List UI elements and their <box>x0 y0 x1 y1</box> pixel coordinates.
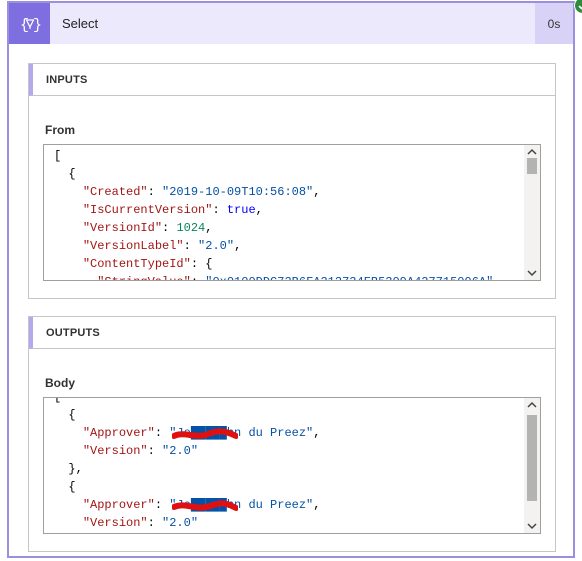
body-scrollbar[interactable] <box>524 398 540 533</box>
code-line: "Version": "2.0" <box>54 442 320 460</box>
outputs-header: OUTPUTS <box>29 317 555 349</box>
check-icon <box>574 0 582 14</box>
code-token: : <box>147 185 163 199</box>
body-label: Body <box>45 376 75 390</box>
code-token: { <box>54 408 76 422</box>
code-token: , <box>313 498 321 512</box>
code-token: : <box>154 498 170 512</box>
code-line: "Created": "2019-10-09T10:56:08", <box>54 183 493 201</box>
code-token: [ <box>54 397 62 404</box>
from-json: [ { "Created": "2019-10-09T10:56:08", "I… <box>54 147 493 280</box>
code-token: "Version" <box>82 516 148 530</box>
code-line: [ <box>54 147 493 165</box>
code-token: , <box>234 239 242 253</box>
code-line: "ContentTypeId": { <box>54 255 493 273</box>
inputs-section: INPUTS From [ { "Created": "2019-10-09T1… <box>28 63 556 299</box>
code-token: "Created" <box>82 185 148 199</box>
code-line: "IsCurrentVersion": true, <box>54 201 493 219</box>
code-token: : <box>191 275 205 280</box>
code-token: 1024 <box>176 221 206 235</box>
code-token: "Approver" <box>82 426 155 440</box>
code-token: "0x0100DDC73B6FA313734FB5309A427715096A" <box>205 275 493 280</box>
code-line: "VersionId": 1024, <box>54 219 493 237</box>
code-line: { <box>54 406 320 424</box>
code-token: "StringValue" <box>97 275 191 280</box>
select-braces-icon: { } <box>9 3 50 44</box>
code-token: { <box>54 480 76 494</box>
code-token: : <box>154 426 170 440</box>
code-token: : <box>147 444 163 458</box>
scroll-up-icon[interactable] <box>526 147 538 157</box>
code-token: , <box>313 426 321 440</box>
code-token: : { <box>190 257 213 271</box>
code-token: "2.0" <box>198 239 235 253</box>
code-token: "ContentTypeId" <box>82 257 191 271</box>
code-token: true <box>226 203 256 217</box>
from-label: From <box>45 123 75 137</box>
body-scroll-thumb[interactable] <box>527 415 537 501</box>
action-card: { } Select 0s INPUTS From [ { "Created":… <box>7 0 582 558</box>
from-scrollbar[interactable] <box>524 145 540 280</box>
code-token: "IsCurrentVersion" <box>82 203 213 217</box>
action-title: Select <box>62 16 99 31</box>
code-token: : <box>212 203 227 217</box>
redaction-mark <box>172 428 238 439</box>
code-token: , <box>313 185 321 199</box>
action-header[interactable]: { } Select 0s <box>9 3 573 44</box>
code-line: { <box>54 165 493 183</box>
redaction-mark <box>172 500 238 511</box>
code-token: "2019-10-09T10:56:08" <box>162 185 314 199</box>
body-code-box[interactable]: [ { "Approver": "Je█████hn du Preez", "V… <box>43 397 541 534</box>
from-scroll-thumb[interactable] <box>527 158 537 174</box>
code-token: : <box>162 221 177 235</box>
code-token: "Version" <box>82 444 148 458</box>
code-line: "VersionLabel": "2.0", <box>54 237 493 255</box>
code-token: { <box>54 167 76 181</box>
code-token: "2.0" <box>162 516 199 530</box>
inputs-header: INPUTS <box>29 64 555 96</box>
code-token: : <box>147 516 163 530</box>
code-line: "Version": "2.0" <box>54 514 320 532</box>
code-line: "StringValue": "0x0100DDC73B6FA313734FB5… <box>54 273 493 280</box>
code-token: [ <box>54 149 62 163</box>
from-code-box[interactable]: [ { "Created": "2019-10-09T10:56:08", "I… <box>43 144 541 281</box>
scroll-up-icon[interactable] <box>526 400 538 410</box>
code-token: }, <box>54 462 83 476</box>
code-token: "Approver" <box>82 498 155 512</box>
code-token: "VersionId" <box>82 221 163 235</box>
duration-badge: 0s <box>535 3 573 44</box>
code-token: , <box>205 221 213 235</box>
outputs-title: OUTPUTS <box>46 327 100 339</box>
code-token: : <box>183 239 199 253</box>
code-line: }, <box>54 460 320 478</box>
scroll-down-icon[interactable] <box>526 268 538 278</box>
code-token: "2.0" <box>162 444 199 458</box>
outputs-section: OUTPUTS Body [ { "Approver": "Je█████hn … <box>28 316 556 552</box>
code-token: "VersionLabel" <box>82 239 184 253</box>
scroll-down-icon[interactable] <box>526 521 538 531</box>
code-line: [ <box>54 397 320 406</box>
inputs-title: INPUTS <box>46 74 88 86</box>
code-token: , <box>255 203 263 217</box>
code-line: { <box>54 478 320 496</box>
